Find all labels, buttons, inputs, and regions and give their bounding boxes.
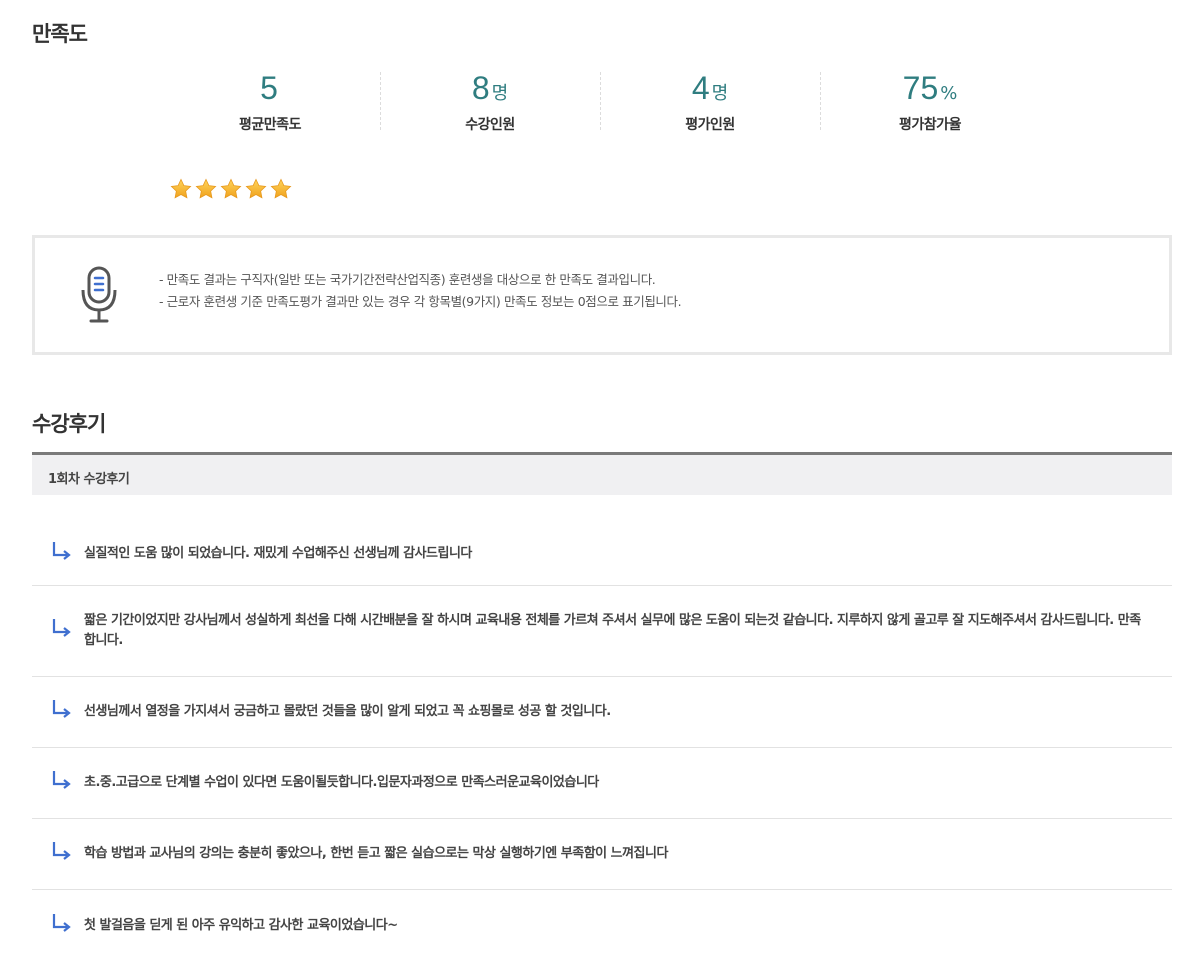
stat-unit: % (940, 83, 958, 104)
stat-value: 4 (691, 70, 710, 106)
notice-line: - 근로자 훈련생 기준 만족도평가 결과만 있는 경우 각 항목별(9가지) … (159, 294, 682, 309)
stat-label: 평가참가율 (899, 117, 961, 133)
stat-unit: 명 (491, 83, 509, 104)
review-session-header: 1회차 수강후기 (32, 452, 1172, 495)
star-icon (270, 178, 292, 199)
microphone-icon (81, 266, 117, 323)
star-rating (170, 178, 292, 200)
stat-enrolled: 8명 수강인원 (380, 68, 600, 134)
stat-value: 75 (902, 70, 939, 106)
stat-value: 8 (471, 70, 490, 106)
review-item: 선생님께서 열정을 가지셔서 궁금하고 몰랐던 것들을 많이 알게 되었고 꼭 … (32, 677, 1172, 748)
stat-unit: 명 (711, 83, 729, 104)
notice-line: - 만족도 결과는 구직자(일반 또는 국가기간전략산업직종) 훈련생을 대상으… (159, 272, 656, 287)
star-icon (195, 178, 217, 199)
review-item: 첫 발걸음을 딛게 된 아주 유익하고 감사한 교육이었습니다~ (32, 890, 1172, 961)
review-item: 실질적인 도움 많이 되었습니다. 재밌게 수업해주신 선생님께 감사드립니다 (32, 495, 1172, 586)
review-text: 짧은 기간이었지만 강사님께서 성실하게 최선을 다해 시간배분을 잘 하시며 … (84, 613, 1141, 648)
reply-arrow-icon (52, 842, 71, 860)
review-text: 선생님께서 열정을 가지셔서 궁금하고 몰랐던 것들을 많이 알게 되었고 꼭 … (84, 704, 611, 719)
review-text: 첫 발걸음을 딛게 된 아주 유익하고 감사한 교육이었습니다~ (84, 917, 398, 933)
review-text: 초.중.고급으로 단계별 수업이 있다면 도움이될듯합니다.입문자과정으로 만족… (84, 775, 599, 790)
review-text: 실질적인 도움 많이 되었습니다. 재밌게 수업해주신 선생님께 감사드립니다 (84, 546, 472, 561)
notice-text: - 만족도 결과는 구직자(일반 또는 국가기간전략산업직종) 훈련생을 대상으… (159, 269, 682, 313)
stat-participation-rate: 75% 평가참가율 (820, 68, 1040, 134)
stat-label: 수강인원 (465, 117, 515, 133)
review-item: 짧은 기간이었지만 강사님께서 성실하게 최선을 다해 시간배분을 잘 하시며 … (32, 586, 1172, 677)
stat-average-satisfaction: 5 평균만족도 (160, 68, 380, 134)
star-icon (220, 178, 242, 199)
reviews-title: 수강후기 (32, 412, 106, 436)
stat-label: 평균만족도 (239, 117, 301, 133)
stat-value-row: 75% (820, 68, 1040, 108)
reply-arrow-icon (52, 700, 71, 718)
review-text: 학습 방법과 교사님의 강의는 충분히 좋았으나, 한번 듣고 짧은 실습으로는… (84, 846, 668, 861)
stat-label: 평가인원 (685, 117, 735, 133)
star-icon (245, 178, 267, 199)
satisfaction-stats: 5 평균만족도 8명 수강인원 4명 평가인원 75% 평가참가율 (160, 68, 1040, 134)
review-item: 학습 방법과 교사님의 강의는 충분히 좋았으나, 한번 듣고 짧은 실습으로는… (32, 819, 1172, 890)
stat-value: 5 (260, 70, 278, 106)
review-list: 실질적인 도움 많이 되었습니다. 재밌게 수업해주신 선생님께 감사드립니다짧… (32, 495, 1172, 961)
reply-arrow-icon (52, 619, 71, 637)
review-session-label: 1회차 수강후기 (48, 472, 130, 487)
stat-value-row: 5 (160, 68, 380, 108)
stat-value-row: 8명 (380, 68, 600, 108)
stat-evaluators: 4명 평가인원 (600, 68, 820, 134)
reply-arrow-icon (52, 913, 71, 932)
satisfaction-title: 만족도 (32, 22, 88, 46)
star-icon (170, 178, 192, 199)
reply-arrow-icon (52, 771, 71, 789)
notice-box: - 만족도 결과는 구직자(일반 또는 국가기간전략산업직종) 훈련생을 대상으… (32, 235, 1172, 355)
review-item: 초.중.고급으로 단계별 수업이 있다면 도움이될듯합니다.입문자과정으로 만족… (32, 748, 1172, 819)
reply-arrow-icon (52, 542, 71, 560)
stat-value-row: 4명 (600, 68, 820, 108)
